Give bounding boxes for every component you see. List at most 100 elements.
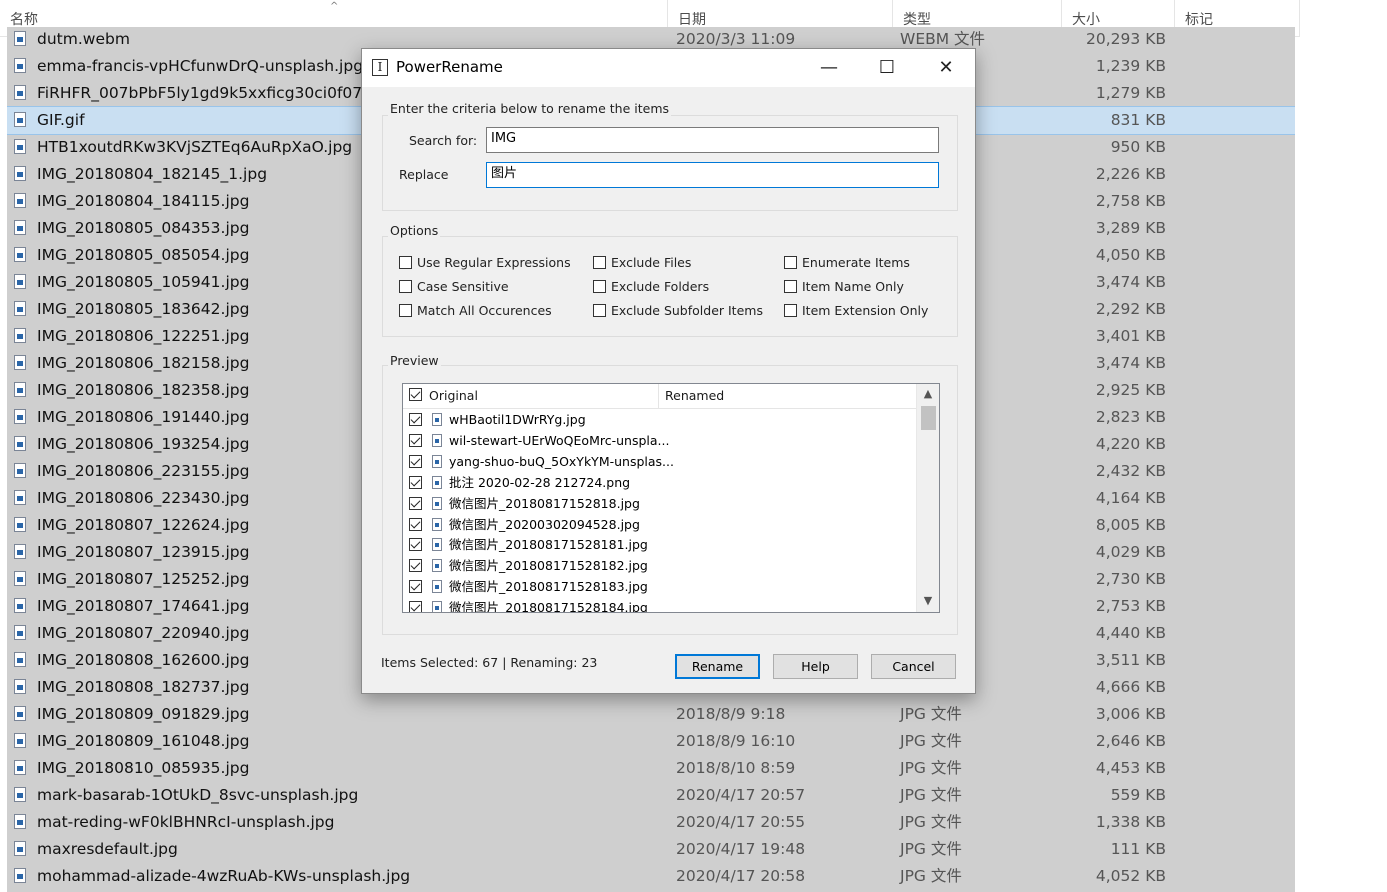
option-checkbox[interactable] — [784, 280, 797, 293]
preview-checkbox[interactable] — [409, 559, 422, 573]
file-type: JPG 文件 — [900, 867, 962, 885]
option-item-name-only[interactable]: Item Name Only — [784, 278, 904, 296]
file-row[interactable]: maxresdefault.jpg 2020/4/17 19:48 JPG 文件 11… — [7, 836, 1295, 863]
file-size: 3,511 KB — [1095, 651, 1166, 669]
preview-row[interactable]: wHBaotil1DWrRYg.jpg — [403, 409, 917, 430]
file-icon — [14, 733, 26, 748]
option-checkbox[interactable] — [784, 304, 797, 317]
powerrename-dialog: I PowerRename — ☐ ✕ Enter the criteria b… — [361, 48, 976, 694]
preview-row[interactable]: 微信图片_201808171528183.jpg — [403, 576, 917, 597]
preview-row[interactable]: 批注 2020-02-28 212724.png — [403, 472, 917, 493]
file-icon — [14, 220, 26, 235]
preview-row[interactable]: 微信图片_201808171528184.jpg — [403, 597, 917, 613]
option-exclude-files[interactable]: Exclude Files — [593, 254, 691, 272]
option-exclude-subfolder-items[interactable]: Exclude Subfolder Items — [593, 302, 763, 320]
scroll-thumb[interactable] — [921, 406, 936, 430]
select-all-checkbox[interactable] — [409, 388, 422, 401]
file-icon — [432, 559, 442, 573]
sort-ascending-icon: ^ — [330, 1, 339, 12]
preview-checkbox[interactable] — [409, 496, 422, 510]
file-icon — [14, 841, 26, 856]
help-button[interactable]: Help — [773, 654, 858, 679]
file-size: 3,474 KB — [1095, 354, 1166, 372]
option-use-regular-expressions[interactable]: Use Regular Expressions — [399, 254, 571, 272]
file-name: mat-reding-wF0klBHNRcI-unsplash.jpg — [37, 813, 335, 831]
option-exclude-folders[interactable]: Exclude Folders — [593, 278, 709, 296]
file-name: HTB1xoutdRKw3KVjSZTEq6AuRpXaO.jpg — [37, 138, 353, 156]
preview-checkbox[interactable] — [409, 454, 422, 468]
file-name: dutm.webm — [37, 30, 130, 48]
preview-original-name: 微信图片_201808171528184.jpg — [449, 600, 648, 613]
preview-checkbox[interactable] — [409, 413, 422, 426]
cancel-button[interactable]: Cancel — [871, 654, 956, 679]
preview-checkbox[interactable] — [409, 580, 422, 594]
option-checkbox[interactable] — [399, 304, 412, 317]
file-row[interactable]: IMG_20180809_161048.jpg 2018/8/9 16:10 JPG… — [7, 728, 1295, 755]
file-size: 4,220 KB — [1095, 435, 1166, 453]
preview-original-name: 批注 2020-02-28 212724.png — [449, 474, 631, 490]
file-name: IMG_20180809_161048.jpg — [37, 732, 250, 750]
preview-row[interactable]: 微信图片_20200302094528.jpg — [403, 514, 917, 535]
scroll-up-icon[interactable]: ▲ — [917, 384, 939, 404]
file-row[interactable]: IMG_20180809_091829.jpg 2018/8/9 9:18 JPG … — [7, 701, 1295, 728]
option-checkbox[interactable] — [593, 280, 606, 293]
preview-row[interactable]: yang-shuo-buQ_5OxYkYM-unsplas... — [403, 451, 917, 472]
preview-row[interactable]: 微信图片_20180817152818.jpg — [403, 493, 917, 514]
option-checkbox[interactable] — [399, 256, 412, 269]
option-item-extension-only[interactable]: Item Extension Only — [784, 302, 928, 320]
option-enumerate-items[interactable]: Enumerate Items — [784, 254, 910, 272]
preview-row[interactable]: 微信图片_201808171528182.jpg — [403, 555, 917, 576]
minimize-icon[interactable]: — — [800, 49, 858, 87]
option-checkbox[interactable] — [784, 256, 797, 269]
file-icon — [14, 85, 26, 100]
preview-checkbox[interactable] — [409, 517, 422, 531]
preview-checkbox[interactable] — [409, 475, 422, 489]
file-row[interactable]: IMG_20180810_085935.jpg 2018/8/10 8:59 JPG… — [7, 755, 1295, 782]
option-label: Enumerate Items — [802, 255, 910, 270]
preview-row[interactable]: 微信图片_201808171528181.jpg — [403, 534, 917, 555]
file-size: 4,029 KB — [1095, 543, 1166, 561]
file-name: mohammad-alizade-4wzRuAb-KWs-unsplash.jp… — [37, 867, 411, 885]
option-label: Use Regular Expressions — [417, 255, 571, 270]
preview-checkbox[interactable] — [409, 601, 422, 612]
file-row[interactable]: mark-basarab-1OtUkD_8svc-unsplash.jpg 202… — [7, 782, 1295, 809]
file-name: IMG_20180806_182358.jpg — [37, 381, 250, 399]
file-date: 2020/4/17 20:55 — [676, 813, 806, 831]
option-case-sensitive[interactable]: Case Sensitive — [399, 278, 509, 296]
preview-row[interactable]: wil-stewart-UErWoQEoMrc-unspla... — [403, 430, 917, 451]
preview-checkbox[interactable] — [409, 433, 422, 447]
close-icon[interactable]: ✕ — [917, 49, 975, 87]
file-row[interactable]: mat-reding-wF0klBHNRcI-unsplash.jpg 2020/… — [7, 809, 1295, 836]
title-bar[interactable]: I PowerRename — ☐ ✕ — [362, 49, 975, 87]
option-checkbox[interactable] — [399, 280, 412, 293]
file-row[interactable]: mohammad-alizade-4wzRuAb-KWs-unsplash.jp… — [7, 863, 1295, 890]
rename-button[interactable]: Rename — [675, 654, 760, 679]
option-checkbox[interactable] — [593, 256, 606, 269]
file-icon — [14, 652, 26, 667]
file-icon — [432, 475, 442, 489]
preview-scrollbar[interactable]: ▲ ▼ — [916, 384, 939, 612]
option-label: Case Sensitive — [417, 279, 509, 294]
search-input[interactable]: IMG — [486, 127, 939, 153]
options-label: Options — [388, 223, 441, 238]
option-checkbox[interactable] — [593, 304, 606, 317]
file-icon — [14, 355, 26, 370]
file-size: 1,239 KB — [1095, 57, 1166, 75]
renamed-column-header[interactable]: Renamed — [665, 384, 724, 408]
preview-checkbox[interactable] — [409, 538, 422, 552]
option-label: Exclude Subfolder Items — [611, 303, 763, 318]
scroll-down-icon[interactable]: ▼ — [917, 591, 939, 611]
file-date: 2020/4/17 20:57 — [676, 786, 806, 804]
file-date: 2018/8/9 9:18 — [676, 705, 786, 723]
option-label: Exclude Files — [611, 255, 692, 270]
replace-input[interactable]: 图片 — [486, 162, 939, 188]
file-name: IMG_20180805_084353.jpg — [37, 219, 250, 237]
file-name: IMG_20180805_105941.jpg — [37, 273, 250, 291]
original-column-header[interactable]: Original — [429, 384, 478, 408]
file-name: emma-francis-vpHCfunwDrQ-unsplash.jpg — [37, 57, 364, 75]
file-icon — [14, 193, 26, 208]
preview-header: Original Renamed — [403, 384, 917, 409]
option-match-all-occurences[interactable]: Match All Occurences — [399, 302, 552, 320]
maximize-icon[interactable]: ☐ — [858, 49, 916, 87]
file-name: IMG_20180807_220940.jpg — [37, 624, 250, 642]
